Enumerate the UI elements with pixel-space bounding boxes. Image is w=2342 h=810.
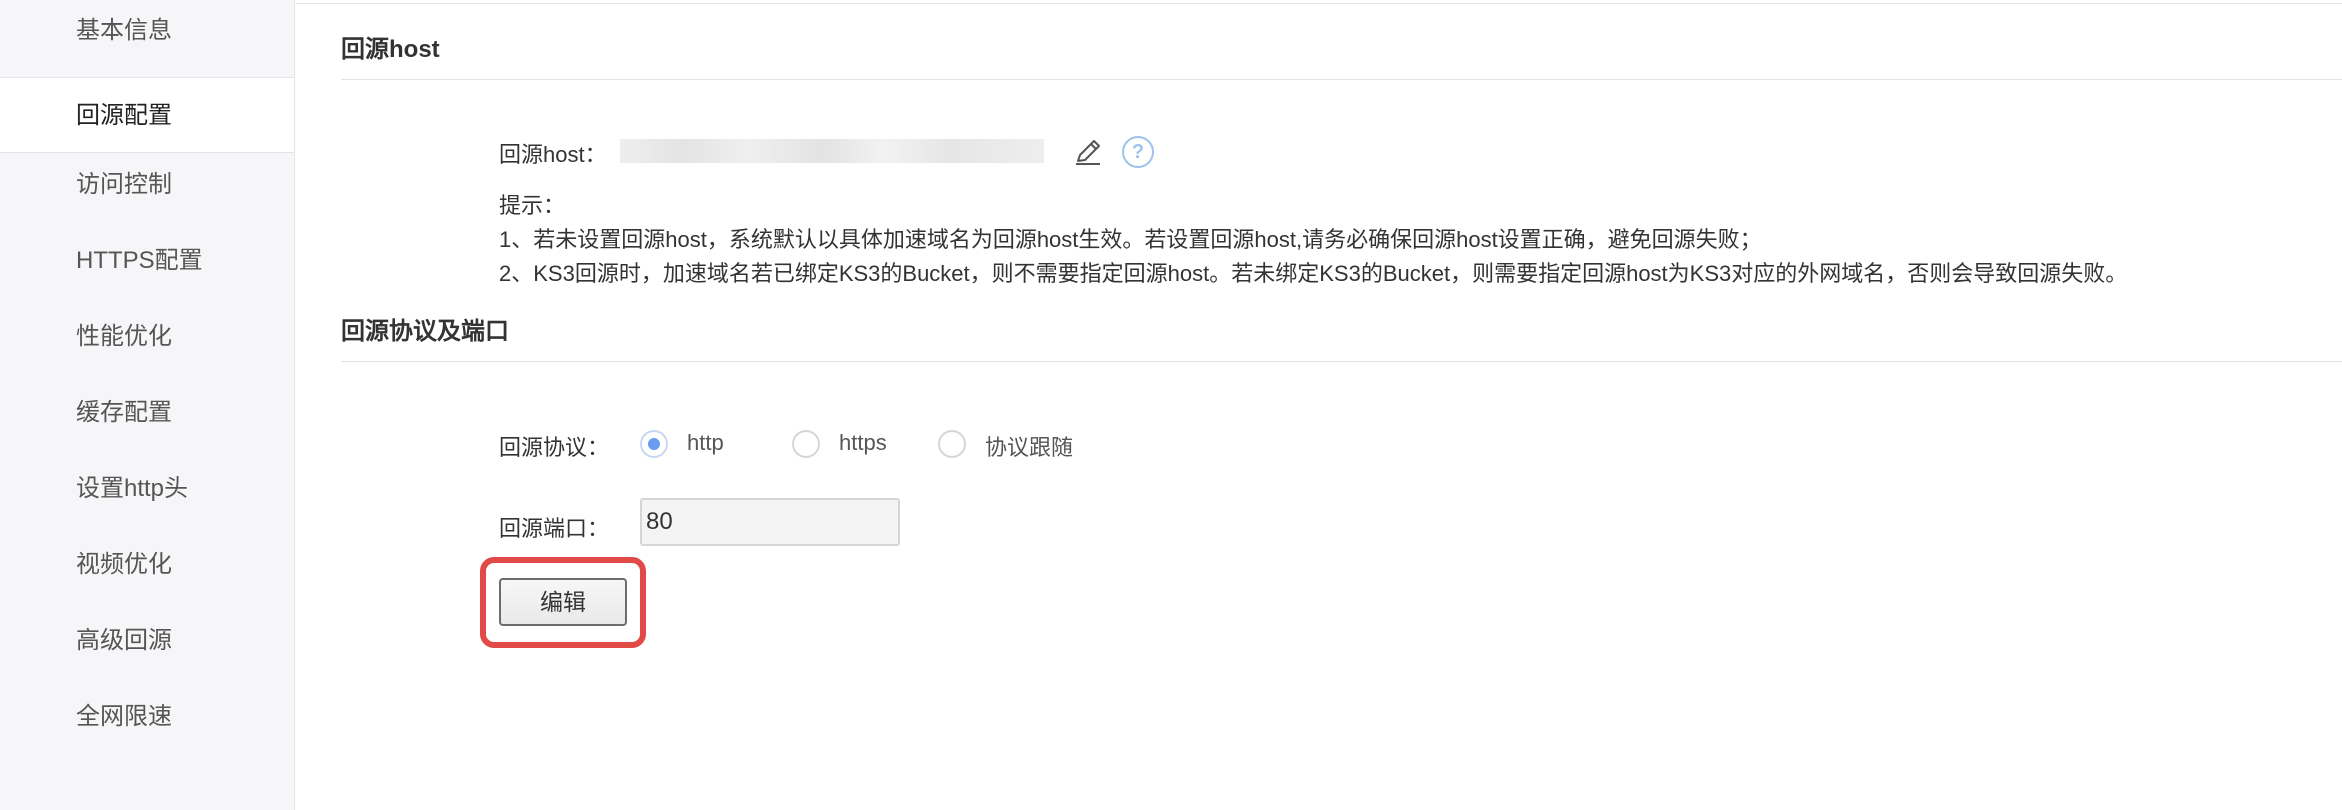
protocol-label: 回源协议： <box>499 435 610 460</box>
sidebar-item-video-optimize[interactable]: 视频优化 <box>0 527 294 603</box>
sidebar-item-http-headers[interactable]: 设置http头 <box>0 451 294 527</box>
origin-host-value-redacted <box>620 139 1044 163</box>
divider <box>341 79 2342 80</box>
sidebar-item-https-config[interactable]: HTTPS配置 <box>0 223 294 299</box>
port-input[interactable] <box>640 498 900 546</box>
radio-follow-protocol[interactable] <box>938 430 966 458</box>
question-circle-icon[interactable]: ? <box>1122 136 1154 168</box>
tip-line-1: 1、若未设置回源host，系统默认以具体加速域名为回源host生效。若设置回源h… <box>499 227 1762 252</box>
tips-title: 提示： <box>499 193 566 218</box>
radio-follow-protocol-label[interactable]: 协议跟随 <box>985 430 1073 462</box>
section-title-protocol-port: 回源协议及端口 <box>341 318 509 345</box>
sidebar-item-advanced-origin[interactable]: 高级回源 <box>0 603 294 679</box>
sidebar-item-rate-limit[interactable]: 全网限速 <box>0 679 294 755</box>
pencil-icon[interactable] <box>1072 136 1104 168</box>
sidebar-nav: 基本信息 回源配置 访问控制 HTTPS配置 性能优化 缓存配置 设置http头… <box>0 0 295 810</box>
sidebar-item-origin-config[interactable]: 回源配置 <box>0 77 294 153</box>
radio-http-label[interactable]: http <box>687 430 724 456</box>
section-title-origin-host: 回源host <box>341 36 440 63</box>
radio-http[interactable] <box>640 430 668 458</box>
main-content: 回源host 回源host： ? 提示： 1、若未设置回源host，系统默认以具… <box>296 0 2342 810</box>
sidebar-item-basic-info[interactable]: 基本信息 <box>0 0 294 69</box>
radio-https[interactable] <box>792 430 820 458</box>
edit-button[interactable]: 编辑 <box>499 578 627 626</box>
tip-line-2: 2、KS3回源时，加速域名若已绑定KS3的Bucket，则不需要指定回源host… <box>499 261 2128 286</box>
divider <box>341 361 2342 362</box>
sidebar-item-performance[interactable]: 性能优化 <box>0 299 294 375</box>
port-label: 回源端口： <box>499 516 610 541</box>
sidebar-item-cache-config[interactable]: 缓存配置 <box>0 375 294 451</box>
sidebar-item-access-control[interactable]: 访问控制 <box>0 147 294 223</box>
origin-host-label: 回源host： <box>499 142 607 167</box>
divider <box>296 3 2342 4</box>
radio-https-label[interactable]: https <box>839 430 887 456</box>
